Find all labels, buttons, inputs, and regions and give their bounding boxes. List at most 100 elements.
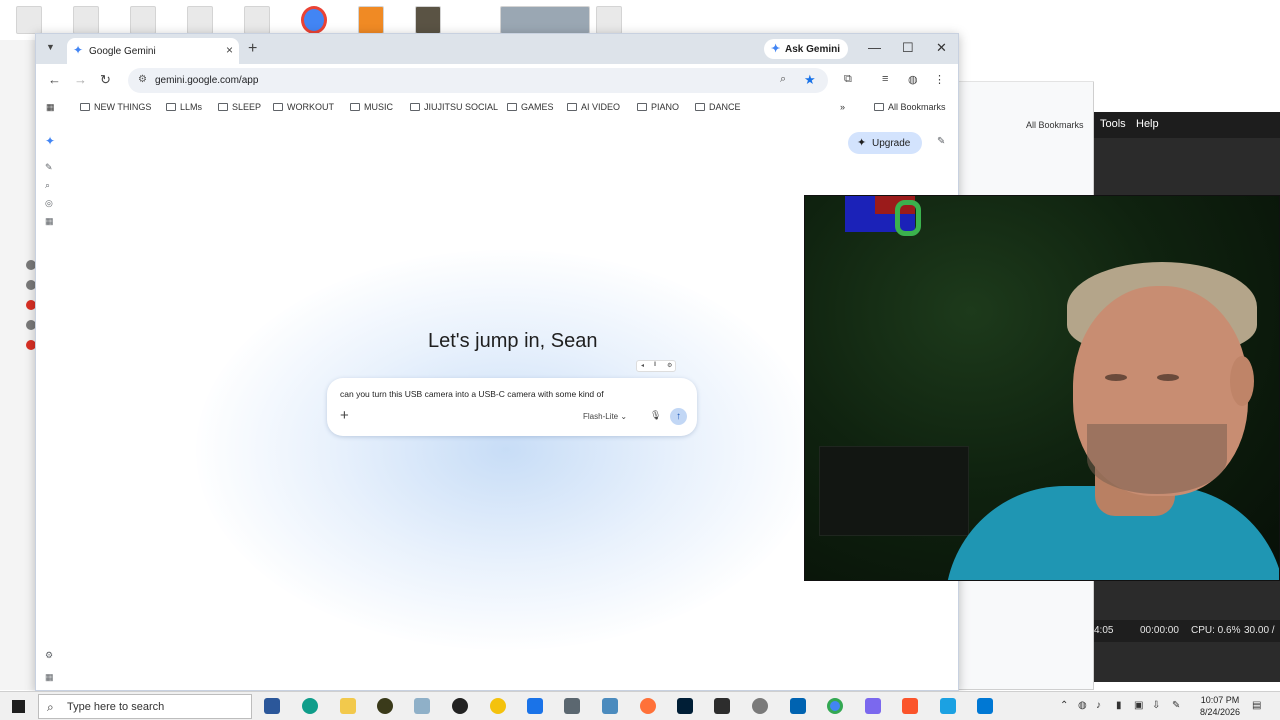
notifications-icon[interactable]: ▤ bbox=[1252, 700, 1261, 711]
close-window-icon[interactable]: ✕ bbox=[936, 40, 947, 56]
search-icon[interactable]: ⌕ bbox=[45, 180, 50, 191]
back-arrow-icon[interactable]: ← bbox=[48, 72, 61, 87]
system-clock[interactable]: 10:07 PM 8/24/2026 bbox=[1194, 694, 1246, 718]
desktop-file-icon[interactable] bbox=[244, 6, 270, 34]
background-window-left bbox=[0, 40, 36, 690]
status-time-left: 4:05 bbox=[1094, 625, 1114, 636]
prompt-input[interactable]: can you turn this USB camera into a USB-… bbox=[340, 389, 604, 399]
tray-chevron-icon[interactable]: ⌃ bbox=[1060, 700, 1068, 711]
url-text[interactable]: gemini.google.com/app bbox=[155, 75, 258, 86]
app-icon[interactable] bbox=[865, 698, 881, 714]
bookmarks-overflow-icon[interactable]: » bbox=[840, 102, 845, 112]
new-tab-button[interactable]: + bbox=[248, 40, 257, 58]
desktop-file-icon[interactable] bbox=[596, 6, 622, 34]
gems-icon[interactable]: ◎ bbox=[45, 198, 53, 209]
forward-arrow-icon[interactable]: → bbox=[74, 72, 87, 87]
maximize-icon[interactable]: ☐ bbox=[902, 40, 914, 56]
app-icon[interactable] bbox=[940, 698, 956, 714]
media-control-icon[interactable]: ≡ bbox=[882, 73, 888, 85]
app-icon[interactable] bbox=[414, 698, 430, 714]
ask-gemini-button[interactable]: ✦ Ask Gemini bbox=[764, 39, 848, 59]
bookmark-label: LLMs bbox=[180, 102, 203, 112]
activity-icon[interactable]: ▦ bbox=[45, 672, 54, 683]
gear-icon[interactable]: ⚙ bbox=[667, 362, 672, 369]
bookmark-folder[interactable]: GAMES bbox=[507, 102, 554, 112]
zoom-icon[interactable]: ⌕ bbox=[780, 73, 786, 86]
app-icon[interactable] bbox=[377, 698, 393, 714]
address-bar[interactable]: ⚙ gemini.google.com/app ⌕ ★ bbox=[128, 68, 828, 93]
all-bookmarks-label: All Bookmarks bbox=[888, 102, 946, 112]
brave-icon[interactable] bbox=[902, 698, 918, 714]
bookmark-folder[interactable]: MUSIC bbox=[350, 102, 393, 112]
desktop-file-icon[interactable] bbox=[130, 6, 156, 34]
speaker-icon[interactable]: ◂ bbox=[641, 362, 644, 369]
pause-icon[interactable]: ‖ bbox=[654, 362, 656, 368]
chrome-taskbar-icon[interactable] bbox=[827, 698, 843, 714]
bulb-icon[interactable] bbox=[490, 698, 506, 714]
start-button[interactable] bbox=[12, 700, 25, 713]
minimize-icon[interactable]: — bbox=[868, 40, 881, 55]
site-info-icon[interactable]: ⚙ bbox=[138, 74, 147, 85]
menu-kebab-icon[interactable]: ⋮ bbox=[934, 73, 945, 86]
file-explorer-icon[interactable] bbox=[340, 698, 356, 714]
microphone-icon[interactable]: 🎙 bbox=[650, 410, 661, 421]
docs-icon[interactable] bbox=[527, 698, 543, 714]
send-button[interactable]: ↑ bbox=[670, 408, 687, 425]
tab-close-icon[interactable]: × bbox=[226, 43, 233, 57]
bookmark-folder[interactable]: SLEEP bbox=[218, 102, 261, 112]
star-icon[interactable]: ★ bbox=[804, 72, 816, 88]
menu-tools[interactable]: Tools bbox=[1100, 118, 1126, 130]
desktop-file-icon[interactable] bbox=[187, 6, 213, 34]
tray-app-icon[interactable]: ⇩ bbox=[1152, 700, 1160, 711]
apps-icon[interactable]: ▦ bbox=[45, 216, 54, 227]
tab-google-gemini[interactable]: ✦ Google Gemini × bbox=[67, 38, 239, 64]
reload-icon[interactable]: ↻ bbox=[100, 72, 111, 88]
bookmark-folder[interactable]: DANCE bbox=[695, 102, 741, 112]
photoshop-icon[interactable] bbox=[677, 698, 693, 714]
image-thumbnail-icon[interactable] bbox=[415, 6, 441, 34]
volume-icon[interactable]: ♪ bbox=[1096, 700, 1101, 711]
app-icon[interactable] bbox=[977, 698, 993, 714]
prompt-box[interactable]: can you turn this USB camera into a USB-… bbox=[327, 378, 697, 436]
gemini-logo-icon[interactable]: ✦ bbox=[45, 134, 55, 148]
background-all-bookmarks[interactable]: All Bookmarks bbox=[1026, 120, 1084, 130]
tray-app-icon[interactable]: ✎ bbox=[1172, 700, 1180, 711]
menu-help[interactable]: Help bbox=[1136, 118, 1159, 130]
taskbar-search[interactable]: ⌕ Type here to search bbox=[38, 694, 252, 719]
obs-icon[interactable] bbox=[452, 698, 468, 714]
app-icon[interactable] bbox=[714, 698, 730, 714]
app-icon[interactable] bbox=[790, 698, 806, 714]
desktop-file-icon[interactable] bbox=[16, 6, 42, 34]
profile-icon[interactable]: ◍ bbox=[908, 73, 918, 86]
bookmark-folder[interactable]: WORKOUT bbox=[273, 102, 334, 112]
edge-icon[interactable] bbox=[302, 698, 318, 714]
tray-app-icon[interactable]: ▮ bbox=[1116, 700, 1122, 711]
bookmark-label: NEW THINGS bbox=[94, 102, 152, 112]
vlc-desktop-icon[interactable] bbox=[358, 6, 384, 34]
app-icon[interactable] bbox=[752, 698, 768, 714]
tray-app-icon[interactable]: ◍ bbox=[1078, 700, 1087, 711]
apps-grid-icon[interactable]: ▦ bbox=[46, 102, 55, 113]
task-view-icon[interactable] bbox=[264, 698, 280, 714]
app-icon[interactable] bbox=[602, 698, 618, 714]
settings-icon[interactable]: ⚙ bbox=[45, 650, 53, 661]
chrome-desktop-icon[interactable] bbox=[301, 6, 327, 34]
image-thumbnail-icon[interactable] bbox=[500, 6, 590, 34]
add-attachment-button[interactable]: + bbox=[340, 407, 349, 424]
bookmark-folder[interactable]: NEW THINGS bbox=[80, 102, 151, 112]
bookmark-folder[interactable]: LLMs bbox=[166, 102, 202, 112]
app-icon[interactable] bbox=[564, 698, 580, 714]
extensions-icon[interactable]: ⧉ bbox=[844, 73, 852, 86]
bookmark-folder[interactable]: AI VIDEO bbox=[567, 102, 620, 112]
network-icon[interactable]: ▣ bbox=[1134, 700, 1143, 711]
tab-search-icon[interactable]: ▼ bbox=[46, 42, 55, 52]
desktop-file-icon[interactable] bbox=[73, 6, 99, 34]
model-selector[interactable]: Flash-Lite ⌄ bbox=[583, 412, 627, 421]
upgrade-button[interactable]: ✦ Upgrade bbox=[848, 132, 922, 154]
new-chat-icon[interactable]: ✎ bbox=[45, 162, 53, 173]
bookmark-folder[interactable]: PIANO bbox=[637, 102, 679, 112]
firefox-icon[interactable] bbox=[640, 698, 656, 714]
all-bookmarks[interactable]: All Bookmarks bbox=[874, 102, 946, 112]
edit-icon[interactable]: ✎ bbox=[937, 136, 945, 147]
bookmark-folder[interactable]: JIUJITSU SOCIAL bbox=[410, 102, 498, 112]
